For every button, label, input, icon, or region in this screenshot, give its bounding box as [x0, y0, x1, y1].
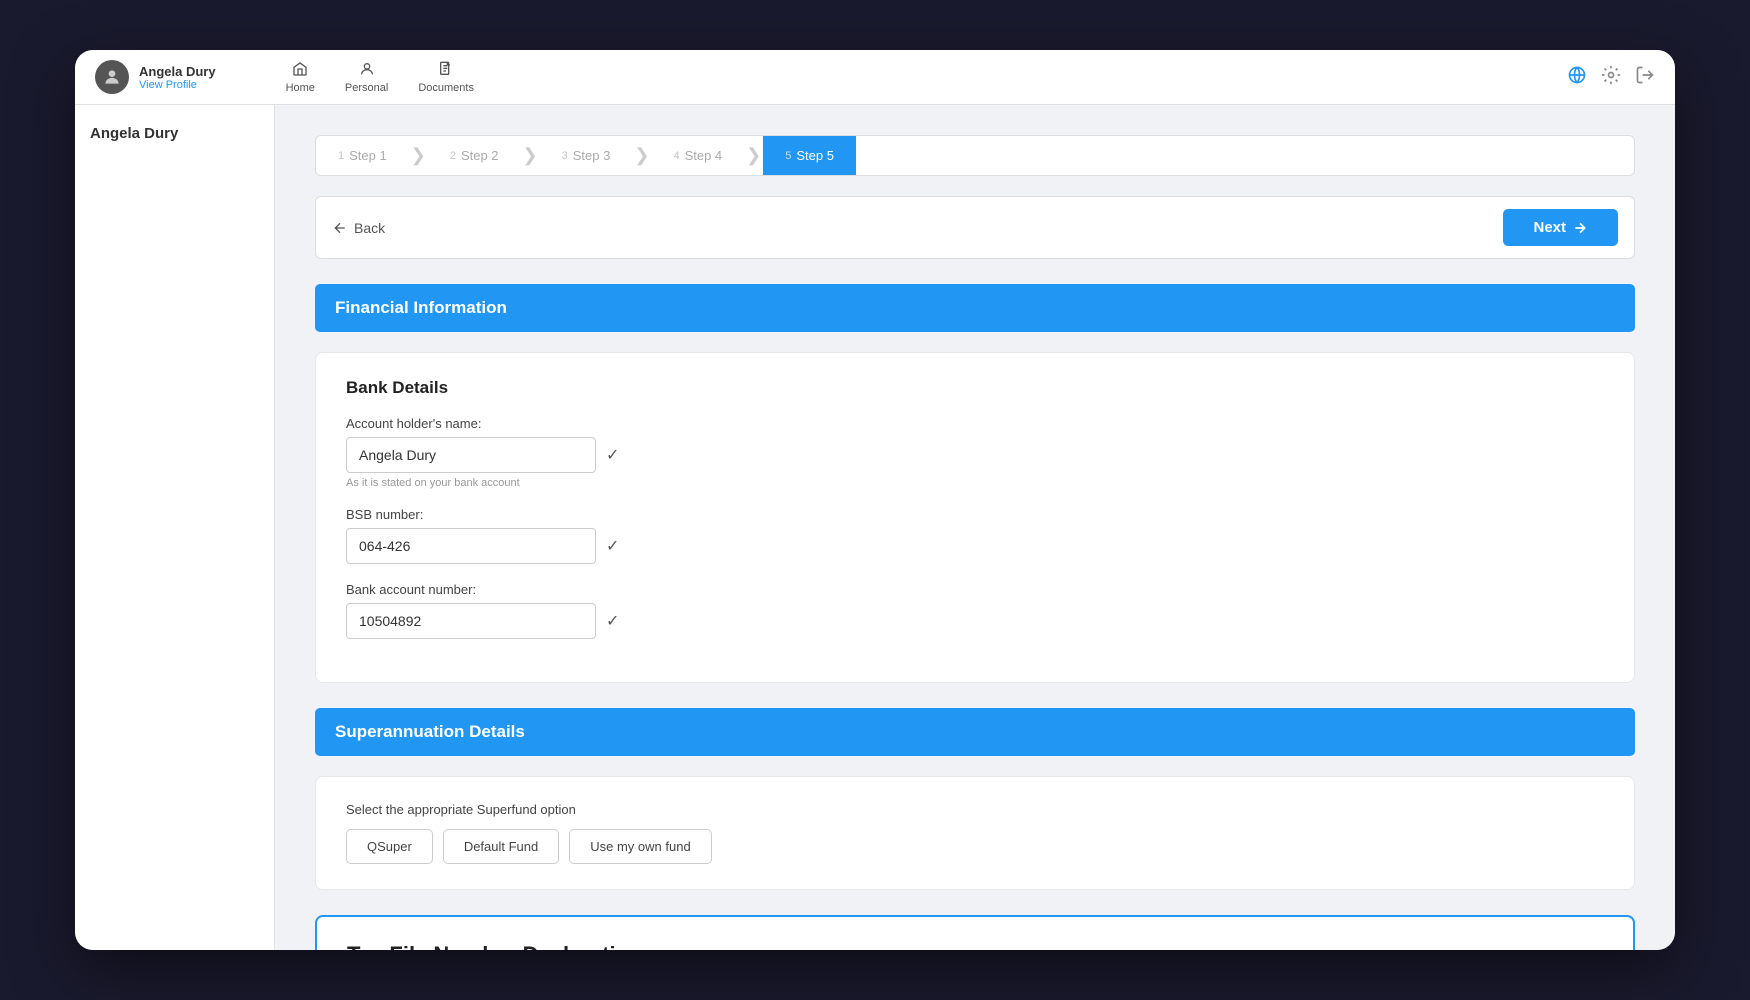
- top-nav: Home Personal Documents: [286, 61, 474, 94]
- nav-home[interactable]: Home: [286, 61, 315, 94]
- next-button[interactable]: Next: [1503, 209, 1618, 246]
- doc-icon: [438, 61, 454, 80]
- top-right-icons: [1567, 65, 1655, 90]
- home-icon: [292, 61, 308, 80]
- account-holder-check: ✓: [606, 445, 619, 465]
- tfn-card: Tax File Number Declaration For more inf…: [315, 915, 1635, 950]
- account-holder-label: Account holder's name:: [346, 416, 1604, 431]
- nav-personal[interactable]: Personal: [345, 61, 388, 94]
- bsb-label: BSB number:: [346, 507, 1604, 522]
- super-header: Superannuation Details: [315, 708, 1635, 756]
- back-button[interactable]: Back: [332, 220, 385, 236]
- financial-info-header: Financial Information: [315, 284, 1635, 332]
- step-1[interactable]: 1 Step 1: [316, 136, 409, 175]
- top-bar: Angela Dury View Profile Home Personal: [75, 50, 1675, 105]
- bsb-input[interactable]: [346, 528, 596, 564]
- main-layout: Angela Dury 1 Step 1 ❯ 2 Step 2 ❯ 3 Step…: [75, 105, 1675, 950]
- user-info: Angela Dury View Profile: [95, 60, 216, 94]
- steps-bar: 1 Step 1 ❯ 2 Step 2 ❯ 3 Step 3 ❯ 4 Step …: [315, 135, 1635, 176]
- step-5-label: Step 5: [796, 148, 834, 163]
- step-arrow-1: ❯: [409, 136, 428, 175]
- superfund-card: Select the appropriate Superfund option …: [315, 776, 1635, 890]
- view-profile-link[interactable]: View Profile: [139, 79, 216, 91]
- step-arrow-3: ❯: [632, 136, 651, 175]
- step-4-num: 4: [673, 150, 679, 162]
- superfund-select-label: Select the appropriate Superfund option: [346, 802, 1604, 817]
- account-holder-hint: As it is stated on your bank account: [346, 477, 1604, 489]
- account-number-field: Bank account number: ✓: [346, 582, 1604, 639]
- content-area: 1 Step 1 ❯ 2 Step 2 ❯ 3 Step 3 ❯ 4 Step …: [275, 105, 1675, 950]
- settings-icon[interactable]: [1601, 65, 1621, 90]
- step-2-label: Step 2: [461, 148, 499, 163]
- own-fund-option[interactable]: Use my own fund: [569, 829, 711, 864]
- account-number-check: ✓: [606, 611, 619, 631]
- step-arrow-2: ❯: [521, 136, 540, 175]
- account-number-label: Bank account number:: [346, 582, 1604, 597]
- step-5[interactable]: 5 Step 5: [763, 136, 856, 175]
- step-2-num: 2: [450, 150, 456, 162]
- sidebar-user-name: Angela Dury: [90, 125, 259, 142]
- bsb-check: ✓: [606, 536, 619, 556]
- tfn-title: Tax File Number Declaration: [347, 942, 1603, 950]
- globe-icon[interactable]: [1567, 65, 1587, 90]
- nav-buttons: Back Next: [315, 196, 1635, 259]
- account-holder-input[interactable]: [346, 437, 596, 473]
- step-2[interactable]: 2 Step 2: [428, 136, 521, 175]
- default-fund-option[interactable]: Default Fund: [443, 829, 559, 864]
- step-4-label: Step 4: [685, 148, 723, 163]
- step-arrow-4: ❯: [744, 136, 763, 175]
- nav-documents[interactable]: Documents: [418, 61, 474, 94]
- topbar-user-name: Angela Dury: [139, 64, 216, 79]
- superfund-options: QSuper Default Fund Use my own fund: [346, 829, 1604, 864]
- bank-details-title: Bank Details: [346, 378, 1604, 398]
- bank-details-card: Bank Details Account holder's name: ✓ As…: [315, 352, 1635, 683]
- step-4[interactable]: 4 Step 4: [651, 136, 744, 175]
- step-3[interactable]: 3 Step 3: [540, 136, 633, 175]
- avatar: [95, 60, 129, 94]
- step-1-label: Step 1: [349, 148, 387, 163]
- account-number-input[interactable]: [346, 603, 596, 639]
- step-3-num: 3: [562, 150, 568, 162]
- step-5-num: 5: [785, 150, 791, 162]
- account-holder-field: Account holder's name: ✓ As it is stated…: [346, 416, 1604, 489]
- sidebar: Angela Dury: [75, 105, 275, 950]
- step-1-num: 1: [338, 150, 344, 162]
- step-3-label: Step 3: [573, 148, 611, 163]
- qsuper-option[interactable]: QSuper: [346, 829, 433, 864]
- logout-icon[interactable]: [1635, 65, 1655, 90]
- bsb-field: BSB number: ✓: [346, 507, 1604, 564]
- person-icon: [359, 61, 375, 80]
